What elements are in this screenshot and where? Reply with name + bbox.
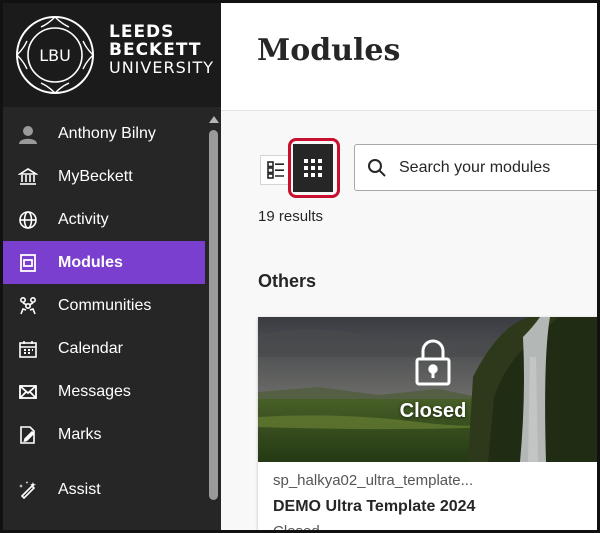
assist-icon [18, 480, 38, 500]
results-count: 19 results [258, 208, 324, 225]
search-icon [367, 158, 387, 178]
university-name: LEEDS BECKETT UNIVERSITY [109, 23, 214, 77]
list-view-button[interactable] [260, 155, 290, 185]
nav-item-assist[interactable]: Assist [3, 468, 205, 511]
nav-item-modules[interactable]: Modules [3, 241, 205, 284]
nav-label: Calendar [58, 339, 123, 357]
scroll-thumb[interactable] [209, 130, 218, 500]
main-navigation: Anthony Bilny MyBeckett Activity Modules [3, 112, 205, 511]
nav-item-mybeckett[interactable]: MyBeckett [3, 155, 205, 198]
search-box[interactable] [354, 144, 597, 191]
sidebar-scrollbar[interactable] [206, 112, 221, 530]
seal-icon: LBU [16, 16, 94, 94]
nav-item-marks[interactable]: Marks [3, 413, 205, 456]
logo-line-beckett: BECKETT [109, 40, 202, 60]
module-status: Closed [273, 523, 320, 533]
page-title: Modules [257, 33, 401, 68]
nav-item-activity[interactable]: Activity [3, 198, 205, 241]
logo-line-university: UNIVERSITY [109, 58, 214, 77]
sidebar: LBU LEEDS BECKETT UNIVERSITY Anthony Bil… [3, 3, 221, 530]
search-input[interactable] [399, 158, 597, 177]
lock-icon [415, 339, 451, 386]
grid-view-icon [304, 159, 322, 177]
nav-label: Modules [58, 253, 123, 271]
nav-item-messages[interactable]: Messages [3, 370, 205, 413]
page-header: Modules [221, 3, 597, 111]
section-title: Others [258, 271, 317, 291]
grid-view-button[interactable] [293, 144, 333, 192]
svg-text:LBU: LBU [39, 46, 71, 65]
nav-item-communities[interactable]: Communities [3, 284, 205, 327]
marks-icon [18, 425, 38, 445]
user-avatar-icon [18, 124, 38, 144]
main-content: Modules 19 results Others [221, 3, 597, 533]
institution-icon [18, 167, 38, 187]
module-title[interactable]: DEMO Ultra Template 2024 [273, 498, 475, 516]
module-image: Closed [258, 317, 597, 462]
scroll-up-arrow-icon[interactable] [209, 116, 219, 123]
module-code: sp_halkya02_ultra_template... [273, 472, 474, 489]
closed-label: Closed [399, 400, 467, 422]
nav-label: Activity [58, 210, 109, 228]
logo-line-leeds: LEEDS [109, 22, 175, 42]
nav-label: Anthony Bilny [58, 124, 156, 142]
nav-label: MyBeckett [58, 167, 133, 185]
modules-icon [18, 253, 38, 273]
module-card[interactable]: Closed sp_halkya02_ultra_template... DEM… [258, 317, 597, 533]
closed-overlay: Closed [358, 339, 508, 423]
app-window: LBU LEEDS BECKETT UNIVERSITY Anthony Bil… [0, 0, 600, 533]
nav-label: Assist [58, 480, 101, 498]
nav-item-calendar[interactable]: Calendar [3, 327, 205, 370]
university-logo[interactable]: LBU LEEDS BECKETT UNIVERSITY [3, 3, 221, 107]
nav-label: Messages [58, 382, 131, 400]
globe-icon [18, 210, 38, 230]
envelope-icon [18, 382, 38, 402]
nav-item-profile[interactable]: Anthony Bilny [3, 112, 205, 155]
nav-label: Communities [58, 296, 152, 314]
nav-label: Marks [58, 425, 102, 443]
communities-icon [18, 296, 38, 316]
calendar-icon [18, 339, 38, 359]
list-view-icon [266, 161, 284, 179]
